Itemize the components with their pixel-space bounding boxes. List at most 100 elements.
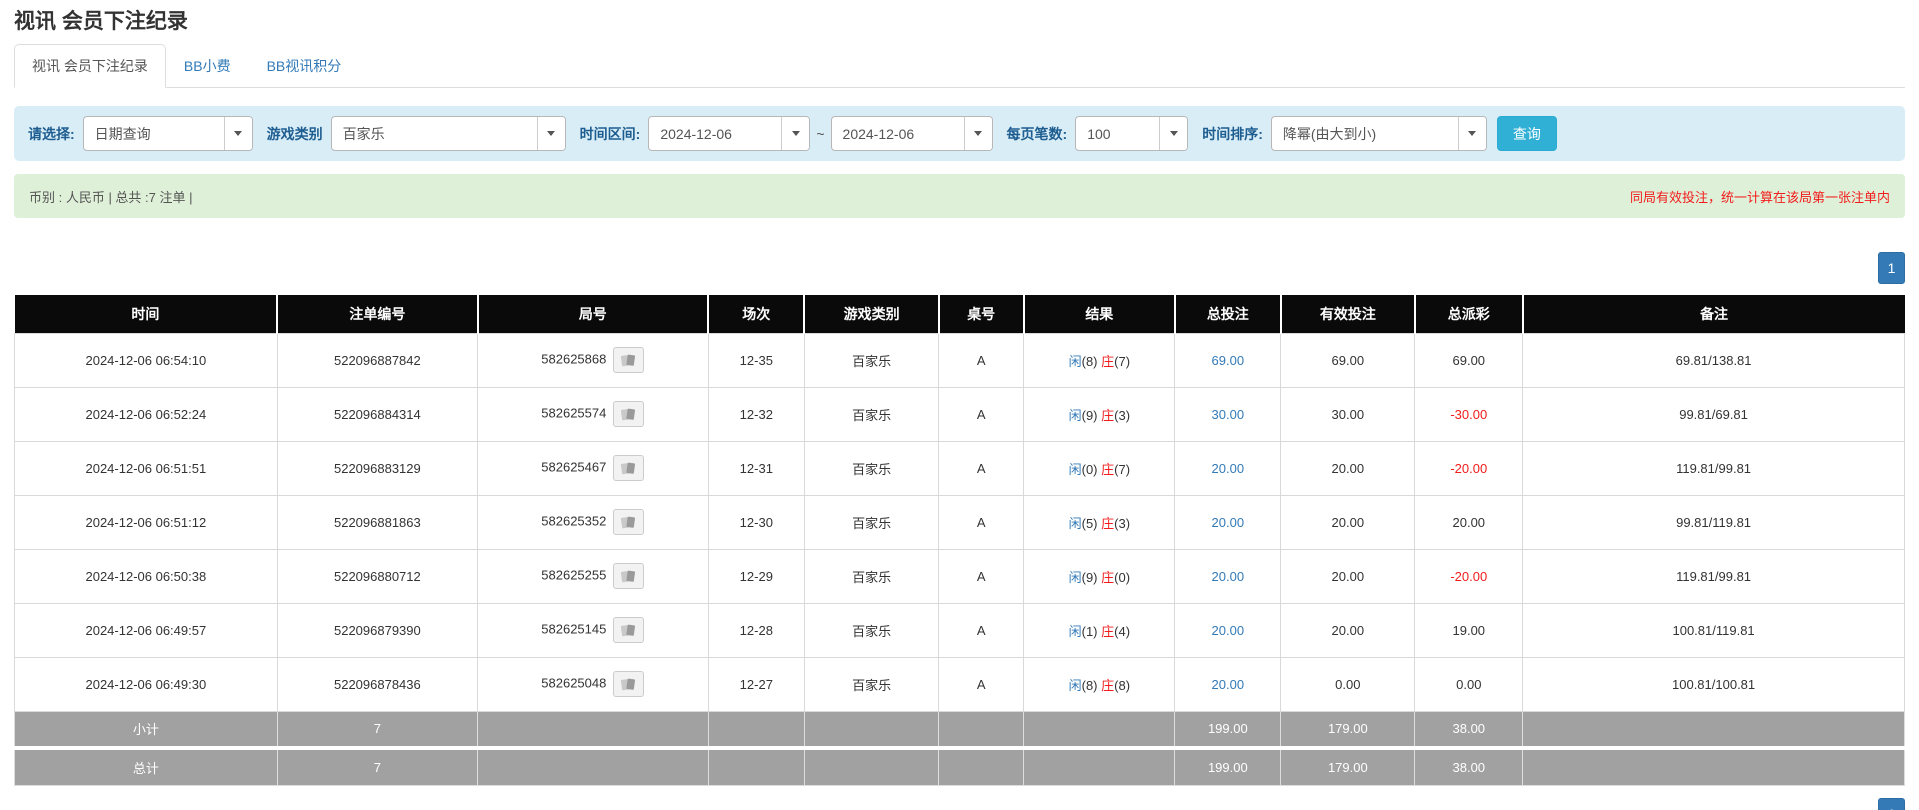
note-cell: 99.81/119.81 — [1523, 495, 1905, 549]
game-type-caret-button[interactable] — [537, 117, 565, 150]
note-cell: 119.81/99.81 — [1523, 549, 1905, 603]
total-bet-cell: 20.00 — [1175, 603, 1281, 657]
valid-bet-cell: 30.00 — [1281, 387, 1415, 441]
total-bet-link[interactable]: 69.00 — [1212, 353, 1245, 368]
query-type-caret-button[interactable] — [224, 117, 252, 150]
time-cell: 2024-12-06 06:49:30 — [15, 657, 278, 711]
view-result-button[interactable] — [613, 401, 644, 427]
page-size-caret-button[interactable] — [1159, 117, 1187, 150]
tab-bb-points[interactable]: BB视讯积分 — [249, 44, 360, 88]
player-score: (0) — [1082, 462, 1098, 477]
game-type-cell: 百家乐 — [804, 495, 938, 549]
view-result-button[interactable] — [613, 347, 644, 373]
banker-score: (7) — [1114, 462, 1130, 477]
header-session: 场次 — [708, 295, 804, 333]
player-label: 闲 — [1069, 408, 1082, 423]
sort-value: 降幂(由大到小) — [1272, 117, 1458, 150]
date-to-select[interactable]: 2024-12-06 — [831, 116, 993, 151]
session-cell: 12-32 — [708, 387, 804, 441]
search-button[interactable]: 查询 — [1497, 116, 1557, 151]
total-bet-cell: 30.00 — [1175, 387, 1281, 441]
table-row: 2024-12-06 06:52:24 522096884314 5826255… — [15, 387, 1905, 441]
date-to-caret-button[interactable] — [964, 117, 992, 150]
date-from-select[interactable]: 2024-12-06 — [648, 116, 810, 151]
page-button-1[interactable]: 1 — [1878, 798, 1905, 810]
table-no-cell: A — [939, 387, 1024, 441]
chevron-down-icon — [1170, 131, 1178, 136]
betting-records-table: 时间 注单编号 局号 场次 游戏类别 桌号 结果 总投注 有效投注 总派彩 备注… — [14, 295, 1905, 786]
subtotal-payout: 38.00 — [1415, 711, 1523, 748]
game-type-cell: 百家乐 — [804, 387, 938, 441]
total-bet-link[interactable]: 20.00 — [1212, 677, 1245, 692]
query-type-select[interactable]: 日期查询 — [83, 116, 253, 151]
total-bet-link[interactable]: 20.00 — [1212, 623, 1245, 638]
pagination-bottom: 1 — [14, 798, 1905, 810]
total-bet-cell: 20.00 — [1175, 549, 1281, 603]
total-bet-link[interactable]: 20.00 — [1212, 569, 1245, 584]
table-no-cell: A — [939, 441, 1024, 495]
page: 视讯 会员下注纪录 视讯 会员下注纪录 BB小费 BB视讯积分 请选择: 日期查… — [0, 8, 1919, 810]
valid-bet-cell: 0.00 — [1281, 657, 1415, 711]
time-cell: 2024-12-06 06:52:24 — [15, 387, 278, 441]
game-type-select[interactable]: 百家乐 — [331, 116, 566, 151]
view-result-button[interactable] — [613, 617, 644, 643]
chevron-down-icon — [974, 131, 982, 136]
table-row: 2024-12-06 06:54:10 522096887842 5826258… — [15, 333, 1905, 387]
payout-cell: -30.00 — [1415, 387, 1523, 441]
select-label: 请选择: — [28, 124, 75, 144]
sort-select[interactable]: 降幂(由大到小) — [1271, 116, 1487, 151]
player-score: (9) — [1082, 408, 1098, 423]
tab-betting-records[interactable]: 视讯 会员下注纪录 — [14, 44, 166, 88]
cards-icon — [620, 407, 637, 422]
page-button-1[interactable]: 1 — [1878, 252, 1905, 284]
bet-id-cell: 522096887842 — [277, 333, 477, 387]
page-size-select[interactable]: 100 — [1075, 116, 1188, 151]
table-row: 2024-12-06 06:51:51 522096883129 5826254… — [15, 441, 1905, 495]
player-label: 闲 — [1069, 354, 1082, 369]
banker-label: 庄 — [1101, 678, 1114, 693]
note-cell: 100.81/119.81 — [1523, 603, 1905, 657]
table-no-cell: A — [939, 333, 1024, 387]
view-result-button[interactable] — [613, 671, 644, 697]
view-result-button[interactable] — [613, 563, 644, 589]
table-no-cell: A — [939, 603, 1024, 657]
bet-id-cell: 522096879390 — [277, 603, 477, 657]
chevron-down-icon — [792, 131, 800, 136]
game-type-label: 游戏类别 — [267, 124, 323, 144]
tab-bb-tips[interactable]: BB小费 — [166, 44, 249, 88]
valid-bet-notice-text: 同局有效投注，统一计算在该局第一张注单内 — [1630, 187, 1890, 206]
game-type-value: 百家乐 — [332, 117, 537, 150]
cards-icon — [620, 623, 637, 638]
table-row: 2024-12-06 06:49:30 522096878436 5826250… — [15, 657, 1905, 711]
header-valid-bet: 有效投注 — [1281, 295, 1415, 333]
banker-score: (4) — [1114, 624, 1130, 639]
round-id: 582625145 — [541, 621, 606, 636]
sort-caret-button[interactable] — [1458, 117, 1486, 150]
note-cell: 119.81/99.81 — [1523, 441, 1905, 495]
cards-icon — [620, 677, 637, 692]
total-bet-link[interactable]: 20.00 — [1212, 515, 1245, 530]
session-cell: 12-29 — [708, 549, 804, 603]
valid-bet-cell: 20.00 — [1281, 495, 1415, 549]
player-label: 闲 — [1069, 516, 1082, 531]
round-id: 582625255 — [541, 567, 606, 582]
time-cell: 2024-12-06 06:51:51 — [15, 441, 278, 495]
table-row: 2024-12-06 06:51:12 522096881863 5826253… — [15, 495, 1905, 549]
bet-id-cell: 522096881863 — [277, 495, 477, 549]
time-cell: 2024-12-06 06:51:12 — [15, 495, 278, 549]
note-cell: 99.81/69.81 — [1523, 387, 1905, 441]
round-cell: 582625048 — [478, 657, 709, 711]
table-no-cell: A — [939, 495, 1024, 549]
chevron-down-icon — [1468, 131, 1476, 136]
total-bet-link[interactable]: 30.00 — [1212, 407, 1245, 422]
page-size-label: 每页笔数: — [1007, 124, 1068, 144]
date-from-caret-button[interactable] — [781, 117, 809, 150]
view-result-button[interactable] — [613, 509, 644, 535]
valid-bet-cell: 20.00 — [1281, 441, 1415, 495]
session-cell: 12-30 — [708, 495, 804, 549]
chevron-down-icon — [234, 131, 242, 136]
round-cell: 582625145 — [478, 603, 709, 657]
total-bet-link[interactable]: 20.00 — [1212, 461, 1245, 476]
subtotal-count: 7 — [277, 711, 477, 748]
view-result-button[interactable] — [613, 455, 644, 481]
